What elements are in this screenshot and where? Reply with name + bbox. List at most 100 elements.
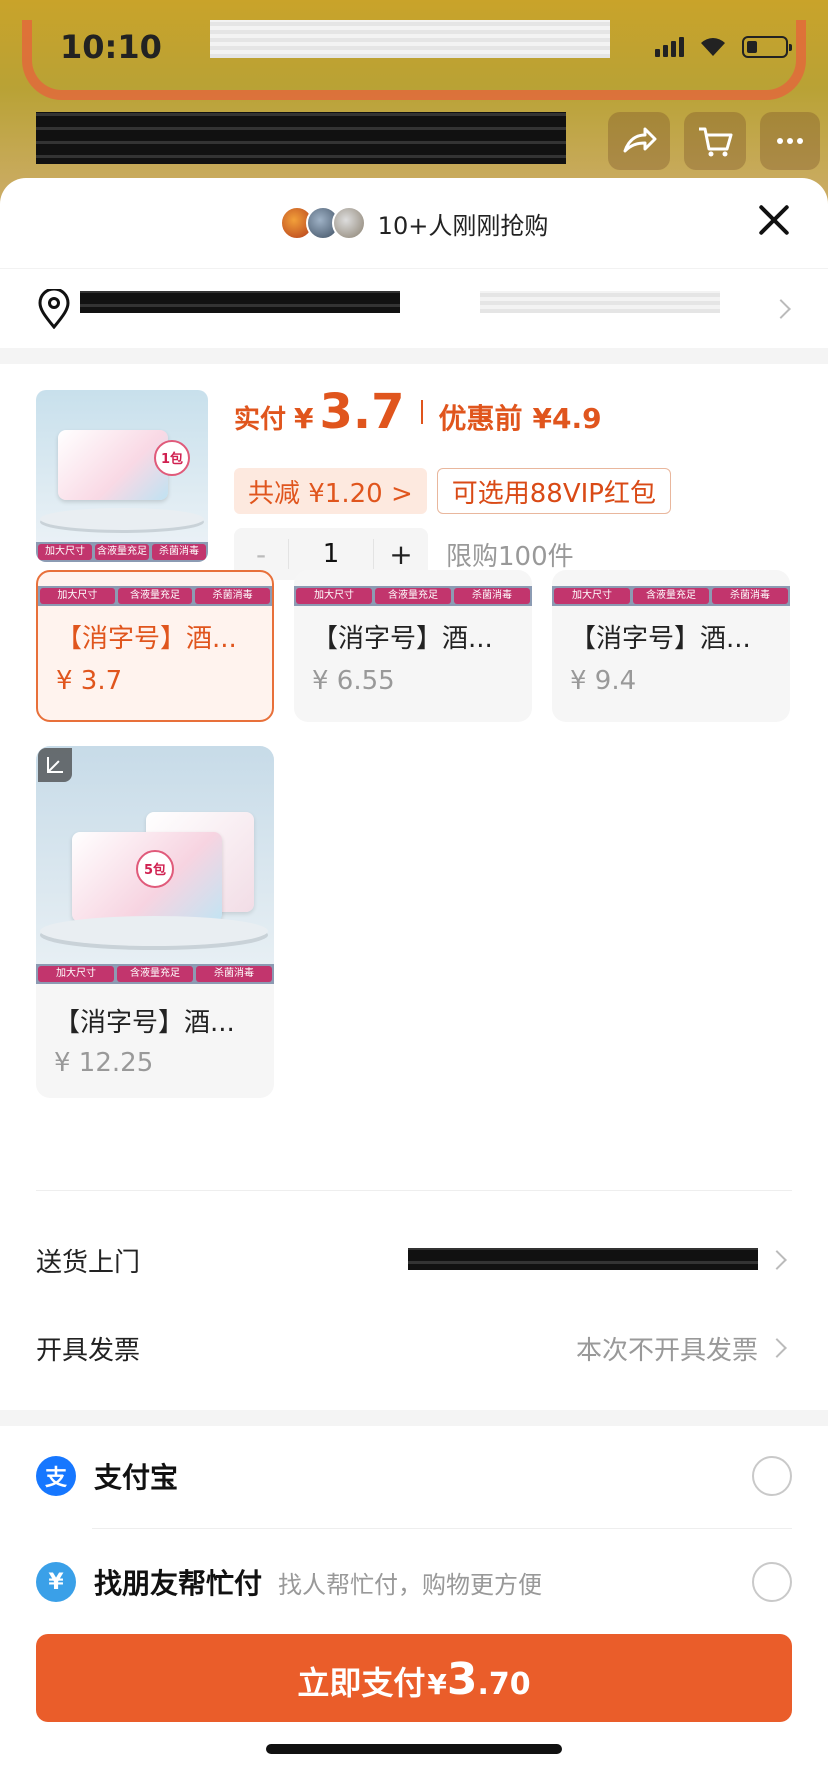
friend-pay-label: 找朋友帮忙付 [94, 1567, 263, 1600]
before-discount-price: ¥4.9 [532, 402, 602, 435]
wifi-icon [698, 36, 728, 58]
variant-name: 【消字号】酒... [54, 1008, 235, 1038]
before-discount-label: 优惠前 [438, 402, 523, 435]
variant-price: ¥ 12.25 [54, 1048, 154, 1078]
currency-symbol: ¥ [294, 402, 314, 435]
feature-tag: 含液量充足 [633, 588, 709, 604]
more-icon [760, 112, 820, 170]
wipes-pack-image [58, 430, 168, 500]
decrease-button[interactable]: - [234, 538, 288, 571]
display-plate [40, 916, 268, 946]
pack-count-badge: 1包 [154, 440, 190, 476]
section-gap [0, 348, 828, 364]
variant-name: 【消字号】酒... [56, 624, 237, 654]
alipay-icon: 支 [36, 1456, 76, 1496]
feature-tags: 加大尺寸 含液量充足 杀菌消毒 [36, 542, 208, 562]
checkout-sheet: 10+人刚刚抢购 1包 加大尺寸 含液量充足 杀菌消毒 实付 ¥ 3.7 优惠前… [0, 178, 828, 1792]
feature-tag: 含液量充足 [117, 966, 193, 982]
payment-option-friend[interactable]: ¥ 找朋友帮忙付 找人帮忙付，购物更方便 [0, 1532, 828, 1632]
cart-icon [684, 112, 746, 170]
feature-tags: 加大尺寸 含液量充足 杀菌消毒 [294, 586, 532, 606]
total-discount-chip[interactable]: 共减 ¥1.20 > [234, 468, 427, 514]
variant-price: ¥ 9.4 [570, 666, 637, 696]
feature-tag: 杀菌消毒 [195, 588, 271, 604]
feature-tag: 杀菌消毒 [196, 966, 272, 982]
variant-grid: 加大尺寸 含液量充足 杀菌消毒 【消字号】酒... ¥ 3.7 加大尺寸 含液量… [0, 570, 828, 1144]
invoice-value: 本次不开具发票 [575, 1335, 758, 1366]
address-row[interactable] [0, 268, 828, 348]
product-summary: 1包 加大尺寸 含液量充足 杀菌消毒 实付 ¥ 3.7 优惠前 ¥4.9 共减 … [0, 364, 828, 580]
pay-now-button[interactable]: 立即支付 ¥ 3 .70 [36, 1634, 792, 1722]
display-plate [40, 508, 204, 530]
redacted-address [80, 291, 400, 313]
friend-pay-radio[interactable] [752, 1562, 792, 1602]
invoice-row[interactable]: 开具发票 本次不开具发票 [0, 1308, 828, 1388]
discount-chips: 共减 ¥1.20 > 可选用88VIP红包 [234, 468, 671, 514]
feature-tags: 加大尺寸 含液量充足 杀菌消毒 [36, 964, 274, 984]
chevron-right-icon [767, 1250, 787, 1270]
expand-icon[interactable] [38, 748, 72, 782]
pay-amount-decimal: .70 [477, 1667, 531, 1702]
feature-tag: 含液量充足 [375, 588, 451, 604]
variant-card[interactable]: 加大尺寸 含液量充足 杀菌消毒 【消字号】酒... ¥ 6.55 [294, 570, 532, 722]
feature-tag: 加大尺寸 [40, 588, 115, 604]
recent-buyers-text: 10+人刚刚抢购 [377, 211, 549, 240]
status-time: 10:10 [60, 28, 162, 66]
variant-name: 【消字号】酒... [312, 624, 493, 654]
feature-tag: 含液量充足 [117, 588, 193, 604]
buyer-avatars [279, 206, 366, 240]
divider [36, 1190, 792, 1191]
close-icon[interactable] [754, 200, 794, 240]
location-pin-icon [38, 288, 70, 329]
variant-card[interactable]: 加大尺寸 含液量充足 杀菌消毒 【消字号】酒... ¥ 3.7 [36, 570, 274, 722]
payment-option-alipay[interactable]: 支 支付宝 [0, 1426, 828, 1526]
redacted-delivery-info [408, 1248, 758, 1270]
friend-pay-description: 找人帮忙付，购物更方便 [278, 1570, 543, 1599]
paid-price: 3.7 [319, 384, 405, 440]
invoice-label: 开具发票 [36, 1335, 141, 1366]
section-gap [0, 1410, 828, 1426]
alipay-radio[interactable] [752, 1456, 792, 1496]
sheet-header: 10+人刚刚抢购 [0, 178, 828, 268]
redacted-address-detail [480, 291, 720, 313]
alipay-label: 支付宝 [94, 1461, 179, 1494]
signal-icon [655, 37, 684, 57]
chevron-right-icon [767, 1338, 787, 1358]
feature-tags: 加大尺寸 含液量充足 杀菌消毒 [552, 586, 790, 606]
share-icon [608, 112, 670, 170]
increase-button[interactable]: + [374, 538, 428, 571]
redacted-title [36, 112, 566, 164]
feature-tag: 加大尺寸 [554, 588, 630, 604]
delivery-row[interactable]: 送货上门 [0, 1220, 828, 1300]
avatar [331, 206, 366, 240]
variant-card[interactable]: 5包 加大尺寸 含液量充足 杀菌消毒 【消字号】酒... ¥ 12.25 [36, 746, 274, 1098]
product-thumbnail[interactable]: 1包 加大尺寸 含液量充足 杀菌消毒 [36, 390, 208, 562]
variant-image: 5包 加大尺寸 含液量充足 杀菌消毒 [36, 746, 274, 984]
chevron-right-icon [771, 298, 791, 319]
divider [92, 1528, 792, 1529]
feature-tag: 含液量充足 [95, 544, 149, 560]
quantity-value[interactable]: 1 [288, 539, 374, 569]
delivery-label: 送货上门 [36, 1247, 141, 1278]
status-icons [655, 36, 792, 58]
pay-now-label: 立即支付 [297, 1664, 426, 1702]
paid-label: 实付 [234, 405, 287, 435]
redacted-header-text [210, 20, 610, 58]
pack-count-badge: 5包 [136, 850, 174, 888]
friend-pay-icon: ¥ [36, 1562, 76, 1602]
variant-card[interactable]: 加大尺寸 含液量充足 杀菌消毒 【消字号】酒... ¥ 9.4 [552, 570, 790, 722]
purchase-limit: 限购100件 [446, 541, 574, 572]
pay-amount-integer: 3 [446, 1654, 478, 1705]
battery-icon [742, 36, 792, 58]
home-indicator [266, 1744, 562, 1754]
feature-tag: 杀菌消毒 [454, 588, 530, 604]
vip-redpacket-chip[interactable]: 可选用88VIP红包 [436, 468, 671, 514]
feature-tag: 杀菌消毒 [152, 544, 206, 560]
feature-tag: 杀菌消毒 [712, 588, 788, 604]
variant-price: ¥ 6.55 [312, 666, 395, 696]
price-line: 实付 ¥ 3.7 优惠前 ¥4.9 [234, 384, 602, 440]
feature-tag: 加大尺寸 [296, 588, 372, 604]
feature-tag: 加大尺寸 [38, 966, 114, 982]
variant-price: ¥ 3.7 [56, 666, 123, 696]
feature-tags: 加大尺寸 含液量充足 杀菌消毒 [38, 586, 272, 606]
